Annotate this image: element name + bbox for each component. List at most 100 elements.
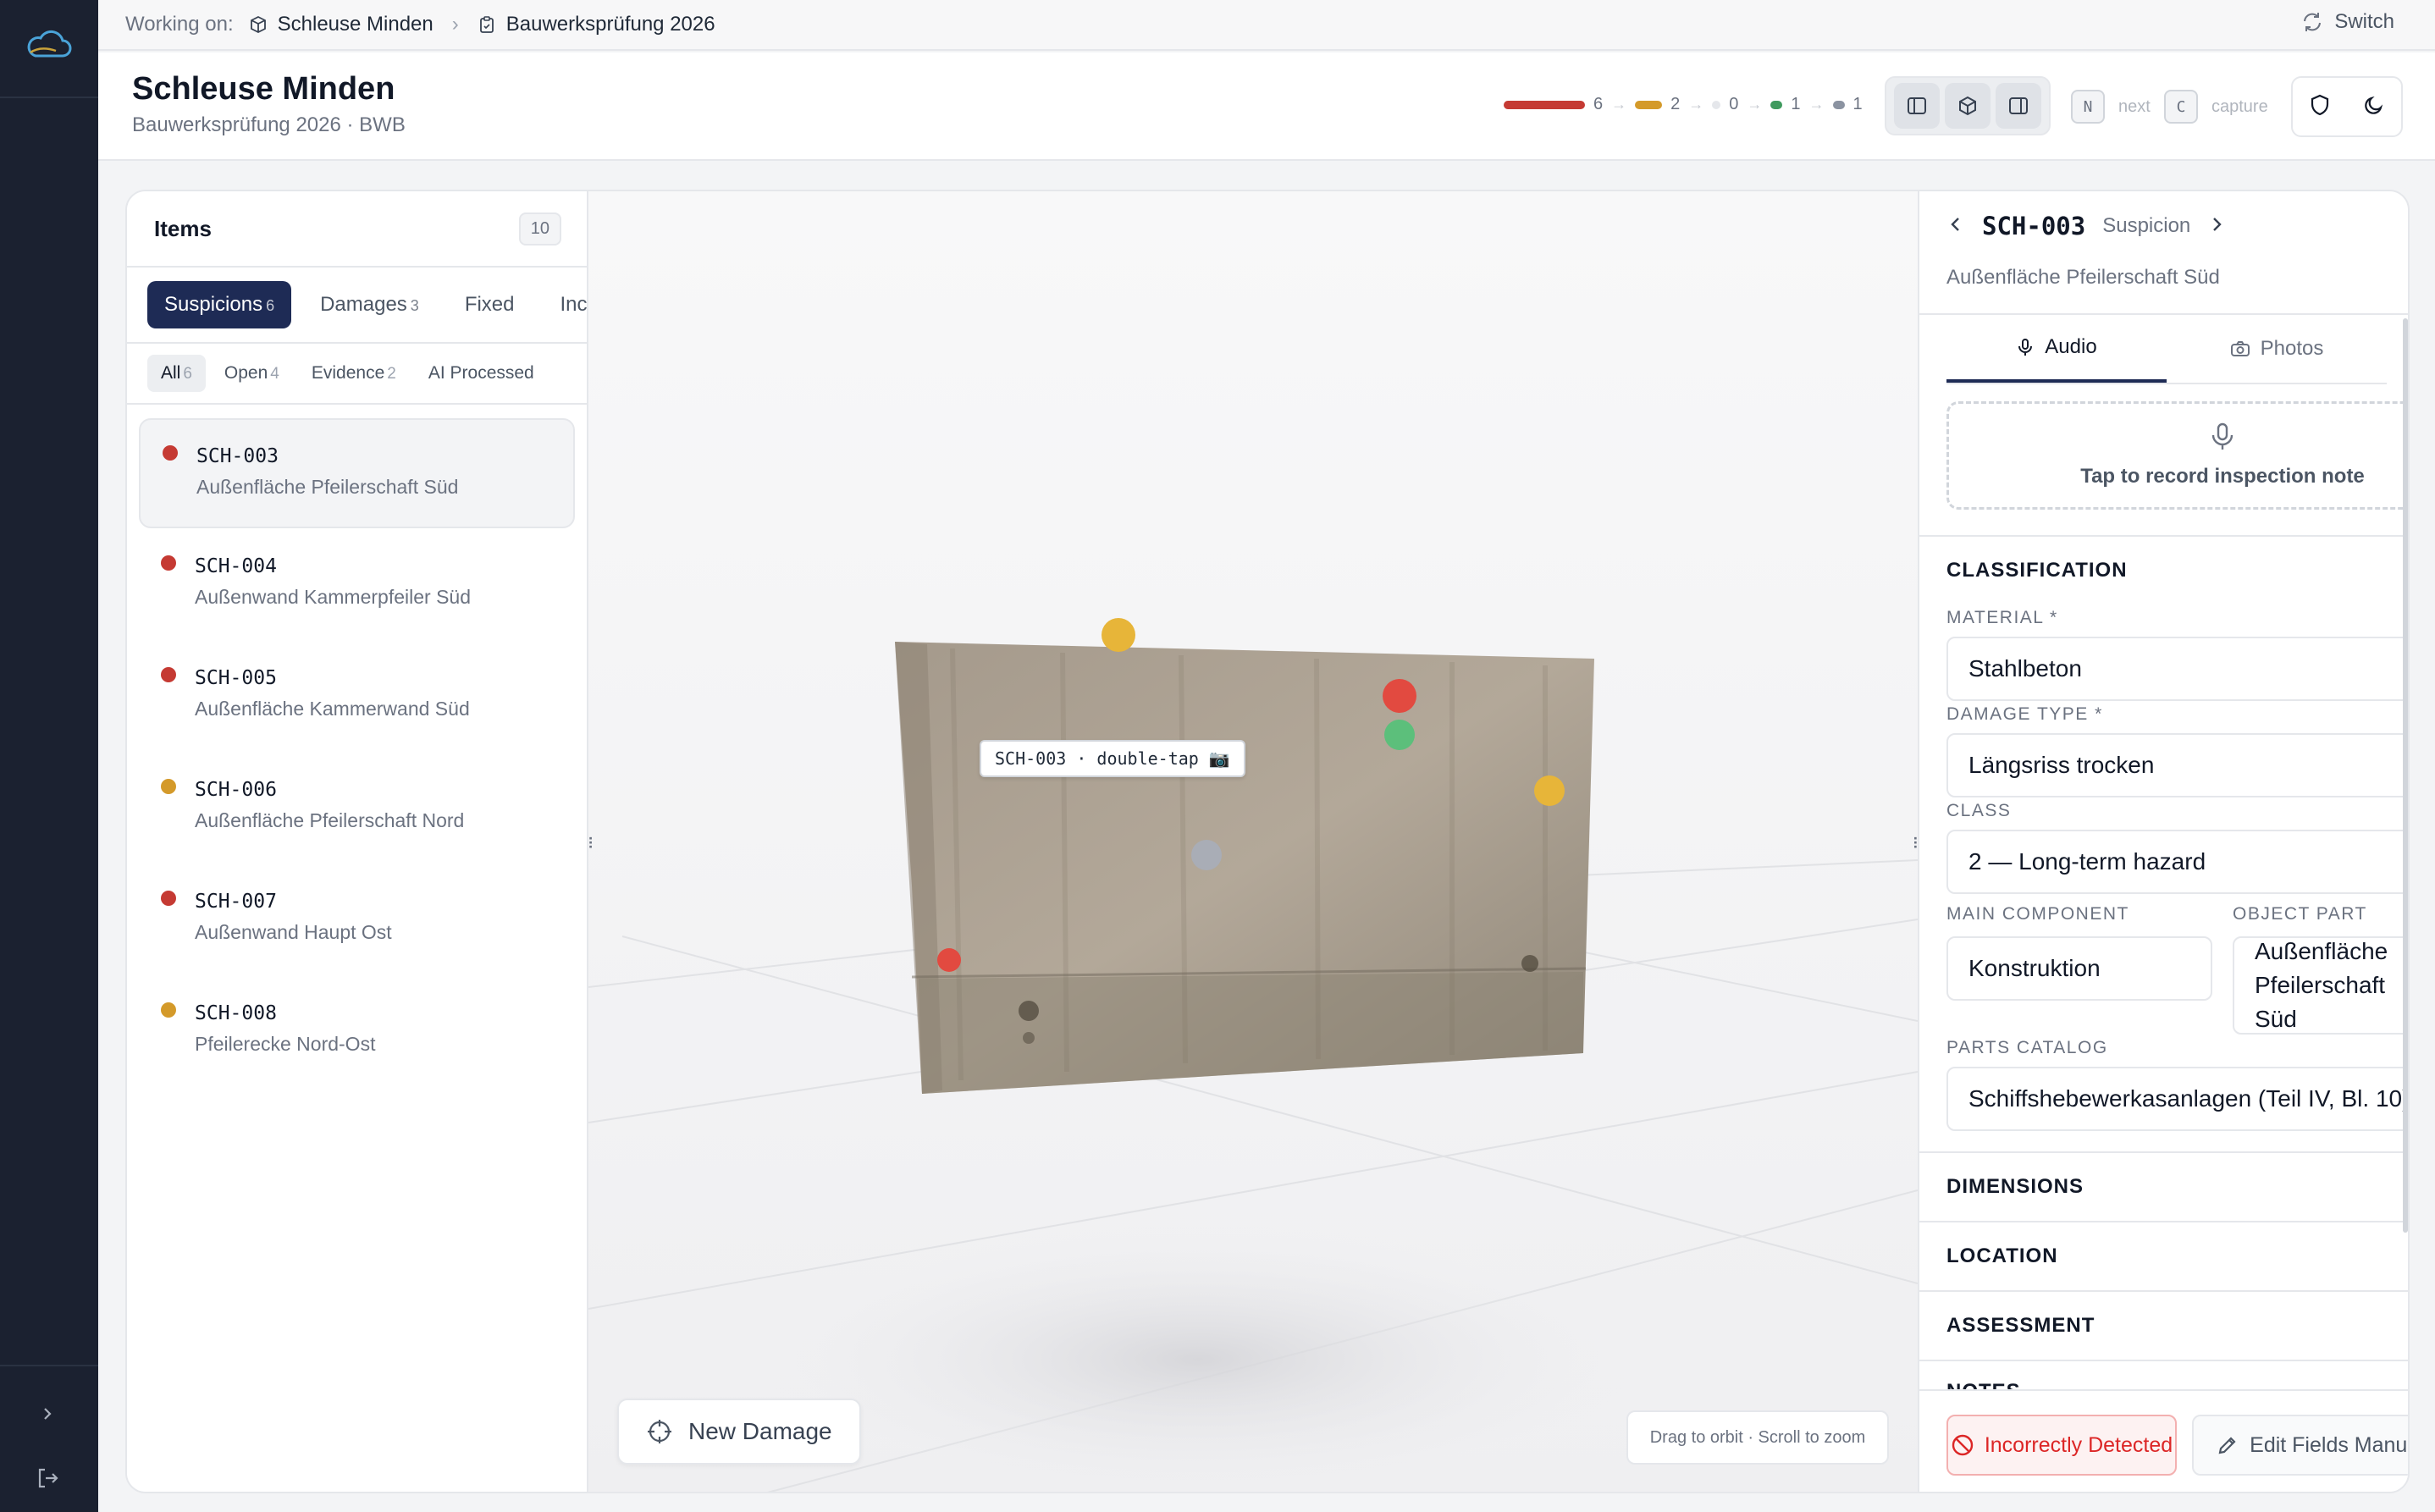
filter-evidence[interactable]: Evidence 2 [298, 355, 410, 392]
dimensions-section-header[interactable]: DIMENSIONS [1946, 1153, 2408, 1221]
classification-title: CLASSIFICATION [1946, 559, 2128, 582]
breadcrumb-inspection[interactable]: Bauwerksprüfung 2026 [478, 13, 715, 36]
toggle-3d-view-button[interactable] [1945, 83, 1991, 129]
filter-all[interactable]: All 6 [147, 355, 206, 392]
new-damage-button[interactable]: New Damage [617, 1399, 861, 1465]
record-note-button[interactable]: Tap to record inspection note [1946, 401, 2408, 510]
filter-ai-processed[interactable]: AI Processed [415, 355, 548, 392]
switch-button[interactable]: Switch [2300, 10, 2394, 34]
pipeline-bar-damage [1635, 100, 1663, 109]
tab-count: 6 [266, 297, 275, 314]
detail-kind: Suspicion [2102, 214, 2191, 237]
class-field[interactable]: 2 — Long-term hazard [1946, 830, 2408, 894]
page-subtitle: Bauwerksprüfung 2026 · BWB [132, 113, 406, 136]
page-title: Schleuse Minden [132, 71, 395, 107]
toggle-right-panel-button[interactable] [1996, 83, 2041, 129]
resize-handle-icon[interactable]: ⠿ [1909, 831, 1918, 857]
filter-count: 4 [270, 365, 279, 383]
expand-chevron-icon[interactable] [30, 1397, 64, 1431]
working-on-label: Working on: [125, 13, 234, 36]
assessment-section-header[interactable]: ASSESSMENT [1946, 1292, 2408, 1360]
pencil-icon [2218, 1437, 2236, 1454]
location-section-header[interactable]: LOCATION [1946, 1222, 2408, 1290]
filter-label: All [161, 363, 181, 383]
item-id: SCH-004 [195, 555, 277, 577]
sidebar-right-icon [2009, 97, 2028, 114]
list-item[interactable]: SCH-005 Außenfläche Kammerwand Süd [139, 642, 575, 752]
breadcrumb-project[interactable]: Schleuse Minden [249, 13, 433, 36]
filter-label: Evidence [311, 363, 385, 383]
shield-icon[interactable] [2308, 93, 2332, 121]
items-panel: Items 10 Suspicions6 Damages3 Fixed Inco… [127, 191, 588, 1492]
item-location: Außenfläche Pfeilerschaft Nord [195, 809, 465, 831]
assessment-title: ASSESSMENT [1946, 1314, 2095, 1337]
status-dot [161, 667, 176, 682]
microphone-icon [2018, 339, 2033, 356]
cloud-logo-icon[interactable] [24, 29, 75, 63]
pipeline-count: 1 [1852, 95, 1863, 113]
tab-damages[interactable]: Damages 3 [303, 281, 436, 328]
classification-section-header[interactable]: CLASSIFICATION [1946, 537, 2408, 604]
incorrectly-detected-button[interactable]: Incorrectly Detected [1946, 1415, 2177, 1476]
item-id: SCH-007 [195, 891, 277, 913]
tab-label: Inco [560, 293, 588, 316]
material-field[interactable]: Stahlbeton [1946, 637, 2408, 701]
damage-type-field[interactable]: Längsriss trocken [1946, 733, 2408, 797]
toggle-left-panel-button[interactable] [1894, 83, 1940, 129]
detail-location: Außenfläche Pfeilerschaft Süd [1946, 266, 2220, 289]
items-header: Items 10 [127, 191, 587, 268]
object-part-field[interactable]: Außenfläche Pfeilerschaft Süd [2233, 936, 2408, 1035]
tab-photos[interactable]: Photos [2167, 315, 2387, 383]
filter-open[interactable]: Open 4 [211, 355, 293, 392]
new-damage-label: New Damage [688, 1418, 832, 1444]
viewer-hint: Drag to orbit · Scroll to zoom [1626, 1410, 1889, 1465]
detail-nav: SCH-003 Suspicion [1946, 212, 2226, 240]
filter-label: AI Processed [428, 363, 534, 383]
main-component-label: MAIN COMPONENT [1946, 904, 2129, 924]
header-actions [2291, 76, 2403, 137]
tab-audio[interactable]: Audio [1946, 315, 2167, 383]
moon-icon[interactable] [2362, 93, 2386, 121]
material-label: MATERIAL * [1946, 608, 2058, 627]
detail-header: SCH-003 Suspicion Außenfläche Pfeilersch… [1919, 191, 2408, 315]
tab-incorrect[interactable]: Inco [544, 281, 588, 328]
main-component-field[interactable]: Konstruktion [1946, 936, 2212, 1001]
tab-label: Suspicions [164, 293, 263, 316]
status-dot [161, 1002, 176, 1018]
view-mode-toggle [1885, 76, 2051, 135]
filter-count: 2 [387, 365, 396, 383]
camera-icon [2230, 341, 2250, 356]
edit-fields-button[interactable]: Edit Fields Manually [2192, 1415, 2408, 1476]
list-item[interactable]: SCH-003 Außenfläche Pfeilerschaft Süd [139, 418, 575, 528]
switch-label: Switch [2334, 10, 2394, 33]
parts-catalog-field[interactable]: Schiffshebewerkasanlagen (Teil IV, Bl. 1… [1946, 1067, 2408, 1131]
status-dot [163, 445, 178, 461]
logout-icon[interactable] [30, 1461, 64, 1495]
detail-scrollbar[interactable] [2403, 318, 2408, 1233]
parts-catalog-label: PARTS CATALOG [1946, 1038, 2108, 1057]
item-location: Außenwand Haupt Ost [195, 921, 392, 943]
sidebar-left-icon [1908, 97, 1926, 114]
tab-suspicions[interactable]: Suspicions 6 [147, 281, 292, 328]
tab-photos-label: Photos [2260, 337, 2324, 360]
chevron-left-icon[interactable] [1946, 215, 1965, 238]
list-item[interactable]: SCH-007 Außenwand Haupt Ost [139, 865, 575, 975]
item-location: Pfeilerecke Nord-Ost [195, 1033, 376, 1055]
crosshair-icon [648, 1420, 671, 1443]
arrow-right-icon: → [1611, 96, 1627, 113]
chevron-right-icon[interactable] [2207, 215, 2226, 238]
list-item[interactable]: SCH-008 Pfeilerecke Nord-Ost [139, 977, 575, 1087]
arrow-right-icon: → [1808, 96, 1825, 113]
object-part-label: OBJECT PART [2233, 904, 2367, 924]
tab-label: Damages [320, 293, 407, 316]
tab-fixed[interactable]: Fixed [448, 281, 532, 328]
3d-viewer[interactable]: SCH-003 · double-tap 📷 ⠿ ⠿ New Damage Dr… [588, 191, 1918, 1492]
resize-handle-icon[interactable]: ⠿ [588, 831, 597, 857]
rail-divider [0, 97, 98, 98]
items-list: SCH-003 Außenfläche Pfeilerschaft Süd SC… [127, 405, 587, 1087]
list-item[interactable]: SCH-004 Außenwand Kammerpfeiler Süd [139, 530, 575, 640]
item-location: Außenfläche Pfeilerschaft Süd [196, 476, 459, 498]
microphone-icon [1949, 422, 2408, 451]
list-item[interactable]: SCH-006 Außenfläche Pfeilerschaft Nord [139, 753, 575, 864]
filter-count: 6 [183, 365, 192, 383]
